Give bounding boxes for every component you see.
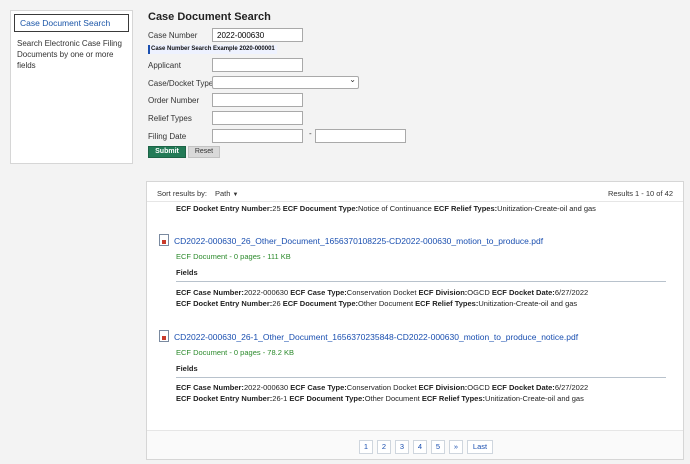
reset-button[interactable]: Reset <box>188 146 220 158</box>
pagination: 1 2 3 4 5 » Last <box>147 430 683 459</box>
sort-label: Sort results by: <box>157 189 208 198</box>
caret-down-icon: ▼ <box>232 192 239 198</box>
sidebar: Case Document Search Search Electronic C… <box>10 10 133 164</box>
result-fields-label: Fields <box>176 364 198 373</box>
page-4-button[interactable]: 4 <box>413 440 427 454</box>
sidebar-description: Search Electronic Case Filing Documents … <box>17 39 122 70</box>
case-docket-type-select[interactable]: ⌄ <box>212 75 359 89</box>
filing-date-end-input[interactable] <box>315 129 406 143</box>
relief-types-label: Relief Types <box>148 114 192 123</box>
page-5-button[interactable]: 5 <box>431 440 445 454</box>
page-2-button[interactable]: 2 <box>377 440 391 454</box>
last-page-button[interactable]: Last <box>467 440 493 454</box>
order-number-label: Order Number <box>148 96 200 105</box>
result-meta-line: ECF Docket Entry Number:26 ECF Document … <box>176 299 578 308</box>
results-panel: Sort results by: Path ▼ Results 1 - 10 of… <box>146 181 684 460</box>
filing-date-separator: - <box>309 129 312 138</box>
result-size: ECF Document - 0 pages - 111 KB <box>176 252 291 261</box>
page-1-button[interactable]: 1 <box>359 440 373 454</box>
filing-date-start-input[interactable] <box>212 129 303 143</box>
case-docket-type-label: Case/Docket Type <box>148 79 214 88</box>
pdf-file-icon <box>159 330 169 342</box>
divider <box>176 377 666 378</box>
order-number-input[interactable] <box>212 93 303 107</box>
pdf-file-icon <box>159 234 169 246</box>
result-size: ECF Document - 0 pages - 78.2 KB <box>176 348 294 357</box>
next-page-button[interactable]: » <box>449 440 463 454</box>
filing-date-label: Filing Date <box>148 132 187 141</box>
page-title: Case Document Search <box>148 11 271 23</box>
result-meta-line: ECF Docket Entry Number:26-1 ECF Documen… <box>176 394 584 403</box>
case-number-label: Case Number <box>148 31 198 40</box>
sidebar-tab-case-document-search[interactable]: Case Document Search <box>14 14 129 32</box>
relief-types-input[interactable] <box>212 111 303 125</box>
result-title-link[interactable]: CD2022-000630_26_Other_Document_16563701… <box>174 236 543 246</box>
result-fields-label: Fields <box>176 268 198 277</box>
result-meta-line: ECF Case Number:2022-000630 ECF Case Typ… <box>176 383 589 392</box>
submit-button[interactable]: Submit <box>148 146 186 158</box>
page-3-button[interactable]: 3 <box>395 440 409 454</box>
case-number-input[interactable] <box>212 28 303 42</box>
divider <box>176 281 666 282</box>
results-count: Results 1 - 10 of 42 <box>607 189 673 198</box>
results-header: Sort results by: Path ▼ Results 1 - 10 of… <box>147 182 683 202</box>
applicant-label: Applicant <box>148 61 181 70</box>
result-meta-line: ECF Case Number:2022-000630 ECF Case Typ… <box>176 288 589 297</box>
result-meta-line: ECF Docket Entry Number:25 ECF Document … <box>176 204 596 213</box>
case-number-hint: Case Number Search Example 2020-000001 <box>148 45 277 54</box>
result-title-link[interactable]: CD2022-000630_26-1_Other_Document_165637… <box>174 332 578 342</box>
sort-dropdown[interactable]: Path ▼ <box>215 189 238 198</box>
applicant-input[interactable] <box>212 58 303 72</box>
